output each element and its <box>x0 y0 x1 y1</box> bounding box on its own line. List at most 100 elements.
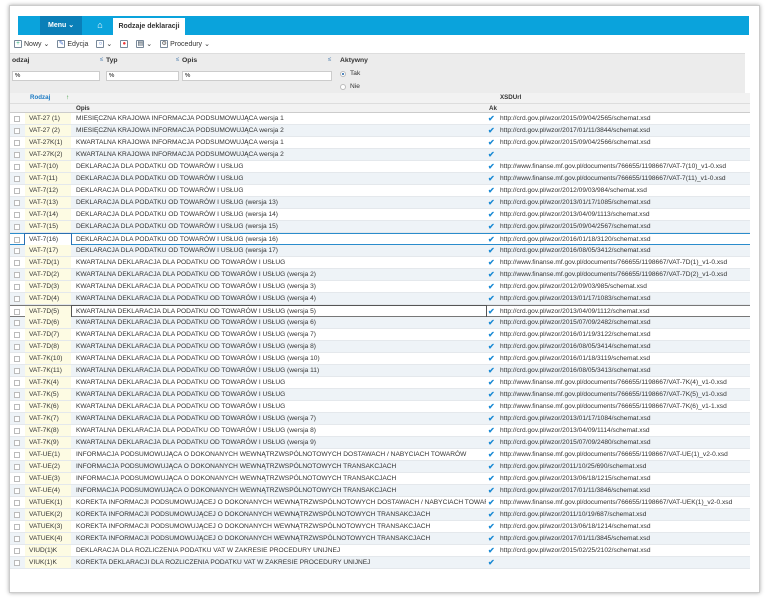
cell-opis[interactable]: KWARTALNA DEKLARACJA DLA PODATKU OD TOWA… <box>71 305 487 318</box>
cell-xsdurl[interactable]: http://crd.gov.pl/wzor/2013/04/09/1114/s… <box>500 425 650 436</box>
cell-rodzaj[interactable]: VAT-7K(11) <box>25 365 71 376</box>
row-checkbox[interactable] <box>14 116 20 122</box>
table-row[interactable]: VAT-7D(8) KWARTALNA DEKLARACJA DLA PODAT… <box>10 341 750 353</box>
cell-opis[interactable]: KOREKTA INFORMACJI PODSUMOWUJĄCEJ O DOKO… <box>72 533 486 544</box>
cell-rodzaj[interactable]: VAT-7(13) <box>25 197 71 208</box>
cell-xsdurl[interactable]: http://crd.gov.pl/wzor/2016/01/18/3119/s… <box>500 353 650 364</box>
cell-rodzaj[interactable]: VAT-UE(3) <box>25 473 71 484</box>
row-checkbox[interactable] <box>14 212 20 218</box>
cell-xsdurl[interactable]: http://crd.gov.pl/wzor/2016/08/05/3413/s… <box>500 365 651 376</box>
cell-opis[interactable]: DEKLARACJA DLA PODATKU OD TOWARÓW I USŁU… <box>72 161 486 172</box>
cell-rodzaj[interactable]: VAT-7(10) <box>25 161 71 172</box>
cell-opis[interactable]: KWARTALNA DEKLARACJA DLA PODATKU OD TOWA… <box>72 377 486 388</box>
cell-xsdurl[interactable]: http://crd.gov.pl/wzor/2017/01/11/3845/s… <box>500 533 650 544</box>
row-checkbox[interactable] <box>14 176 20 182</box>
table-row[interactable]: VAT-7(16) DEKLARACJA DLA PODATKU OD TOWA… <box>10 233 750 246</box>
row-checkbox[interactable] <box>14 524 20 530</box>
table-row[interactable]: VAT-7D(5) KWARTALNA DEKLARACJA DLA PODAT… <box>10 305 750 318</box>
cell-xsdurl[interactable]: http://crd.gov.pl/wzor/2016/01/19/3122/s… <box>500 329 651 340</box>
column-header-aktywny[interactable]: Ak <box>489 104 497 113</box>
table-row[interactable]: VAT-7K(8) KWARTALNA DEKLARACJA DLA PODAT… <box>10 425 750 437</box>
cell-opis[interactable]: KOREKTA INFORMACJI PODSUMOWUJĄCEJ O DOKO… <box>72 497 486 508</box>
row-checkbox[interactable] <box>14 248 20 254</box>
cell-opis[interactable]: DEKLARACJA DLA PODATKU OD TOWARÓW I USŁU… <box>72 209 486 220</box>
cell-opis[interactable]: DEKLARACJA DLA PODATKU OD TOWARÓW I USŁU… <box>72 234 486 245</box>
cell-rodzaj[interactable]: VAT-7K(9) <box>25 437 71 448</box>
cell-xsdurl[interactable]: http://crd.gov.pl/wzor/2015/07/09/2480/s… <box>500 437 651 448</box>
home-icon[interactable]: ⌂ <box>88 16 112 35</box>
table-row[interactable]: VIUK(1)K KOREKTA DEKLARACJI DLA ROZLICZE… <box>10 557 750 569</box>
cell-xsdurl[interactable]: http://crd.gov.pl/wzor/2015/02/25/2102/s… <box>500 545 651 556</box>
row-checkbox[interactable] <box>14 416 20 422</box>
row-checkbox[interactable] <box>14 488 20 494</box>
cell-xsdurl[interactable]: http://crd.gov.pl/wzor/2017/01/11/3844/s… <box>500 125 650 136</box>
cell-rodzaj[interactable]: VAT-7D(5) <box>25 306 71 317</box>
cell-rodzaj[interactable]: VATUEK(3) <box>25 521 71 532</box>
cell-xsdurl[interactable]: http://www.finanse.mf.gov.pl/documents/7… <box>500 497 732 508</box>
table-row[interactable]: VAT-UE(3) INFORMACJA PODSUMOWUJĄCA O DOK… <box>10 473 750 485</box>
table-row[interactable]: VAT-7(14) DEKLARACJA DLA PODATKU OD TOWA… <box>10 209 750 221</box>
cell-opis[interactable]: KOREKTA INFORMACJI PODSUMOWUJĄCEJ O DOKO… <box>72 509 486 520</box>
table-row[interactable]: VAT-27K(1) KWARTALNA KRAJOWA INFORMACJA … <box>10 137 750 149</box>
cell-rodzaj[interactable]: VIUD(1)K <box>25 545 71 556</box>
cell-rodzaj[interactable]: VATUEK(1) <box>25 497 71 508</box>
row-checkbox[interactable] <box>14 260 20 266</box>
radio-tak[interactable]: Tak <box>340 70 360 77</box>
cell-rodzaj[interactable]: VAT-7D(8) <box>25 341 71 352</box>
filter-sort-icon[interactable]: ≤ <box>100 57 103 63</box>
row-checkbox[interactable] <box>14 476 20 482</box>
cell-rodzaj[interactable]: VAT-UE(1) <box>25 449 71 460</box>
row-checkbox[interactable] <box>14 284 20 290</box>
cell-xsdurl[interactable]: http://crd.gov.pl/wzor/2013/01/17/1084/s… <box>500 413 651 424</box>
cell-opis[interactable]: KWARTALNA DEKLARACJA DLA PODATKU OD TOWA… <box>72 413 486 424</box>
filter-sort-icon[interactable]: ≤ <box>176 57 179 63</box>
cell-rodzaj[interactable]: VAT-27 (2) <box>25 125 71 136</box>
cell-rodzaj[interactable]: VAT-7D(2) <box>25 269 71 280</box>
row-checkbox[interactable] <box>14 128 20 134</box>
table-row[interactable]: VAT-7D(1) KWARTALNA DEKLARACJA DLA PODAT… <box>10 257 750 269</box>
cell-xsdurl[interactable]: http://crd.gov.pl/wzor/2013/06/18/1214/s… <box>500 521 651 532</box>
table-row[interactable]: VAT-27 (2) MIESIĘCZNA KRAJOWA INFORMACJA… <box>10 125 750 137</box>
cell-opis[interactable]: KWARTALNA KRAJOWA INFORMACJA PODSUMOWUJĄ… <box>72 137 486 148</box>
cell-rodzaj[interactable]: VAT-7D(6) <box>25 317 71 328</box>
cell-xsdurl[interactable]: http://crd.gov.pl/wzor/2016/01/18/3120/s… <box>500 234 651 245</box>
table-row[interactable]: VAT-7(15) DEKLARACJA DLA PODATKU OD TOWA… <box>10 221 750 233</box>
cell-opis[interactable]: MIESIĘCZNA KRAJOWA INFORMACJA PODSUMOWUJ… <box>72 125 486 136</box>
cell-xsdurl[interactable]: http://crd.gov.pl/wzor/2013/04/09/1113/s… <box>500 209 650 220</box>
filter-rodzaj-input[interactable] <box>12 71 100 81</box>
row-checkbox[interactable] <box>14 152 20 158</box>
row-checkbox[interactable] <box>14 237 20 243</box>
table-row[interactable]: VAT-7(17) DEKLARACJA DLA PODATKU OD TOWA… <box>10 245 750 257</box>
cell-opis[interactable]: KWARTALNA DEKLARACJA DLA PODATKU OD TOWA… <box>72 281 486 292</box>
row-checkbox[interactable] <box>14 560 20 566</box>
cell-rodzaj[interactable]: VAT-UE(4) <box>25 485 71 496</box>
table-row[interactable]: VAT-7K(11) KWARTALNA DEKLARACJA DLA PODA… <box>10 365 750 377</box>
edit-button[interactable]: ✎ Edycja <box>57 40 88 48</box>
cell-rodzaj[interactable]: VAT-7(15) <box>25 221 71 232</box>
row-checkbox[interactable] <box>14 164 20 170</box>
cell-xsdurl[interactable]: http://crd.gov.pl/wzor/2012/09/03/985/sc… <box>500 281 647 292</box>
cell-opis[interactable]: KWARTALNA DEKLARACJA DLA PODATKU OD TOWA… <box>72 269 486 280</box>
cell-xsdurl[interactable]: http://www.finanse.mf.gov.pl/documents/7… <box>500 161 726 172</box>
table-row[interactable]: VAT-27 (1) MIESIĘCZNA KRAJOWA INFORMACJA… <box>10 113 750 125</box>
cell-opis[interactable]: KWARTALNA DEKLARACJA DLA PODATKU OD TOWA… <box>72 353 486 364</box>
table-row[interactable]: VAT-7K(6) KWARTALNA DEKLARACJA DLA PODAT… <box>10 401 750 413</box>
table-row[interactable]: VAT-7D(7) KWARTALNA DEKLARACJA DLA PODAT… <box>10 329 750 341</box>
cell-rodzaj[interactable]: VAT-27K(1) <box>25 137 71 148</box>
table-row[interactable]: VAT-7D(4) KWARTALNA DEKLARACJA DLA PODAT… <box>10 293 750 305</box>
cell-opis[interactable]: DEKLARACJA DLA PODATKU OD TOWARÓW I USŁU… <box>72 197 486 208</box>
row-checkbox[interactable] <box>14 548 20 554</box>
row-checkbox[interactable] <box>14 272 20 278</box>
filter-sort-icon[interactable]: ≤ <box>328 57 331 63</box>
cell-opis[interactable]: KWARTALNA DEKLARACJA DLA PODATKU OD TOWA… <box>72 257 486 268</box>
cell-opis[interactable]: MIESIĘCZNA KRAJOWA INFORMACJA PODSUMOWUJ… <box>72 113 486 124</box>
table-row[interactable]: VAT-7D(2) KWARTALNA DEKLARACJA DLA PODAT… <box>10 269 750 281</box>
cell-opis[interactable]: KWARTALNA DEKLARACJA DLA PODATKU OD TOWA… <box>72 389 486 400</box>
row-checkbox[interactable] <box>14 380 20 386</box>
cell-opis[interactable]: INFORMACJA PODSUMOWUJĄCA O DOKONANYCH WE… <box>72 461 486 472</box>
row-checkbox[interactable] <box>14 440 20 446</box>
cell-opis[interactable]: KOREKTA DEKLARACJI DLA ROZLICZENIA PODAT… <box>72 557 486 568</box>
cell-xsdurl[interactable]: http://crd.gov.pl/wzor/2013/06/18/1215/s… <box>500 473 651 484</box>
cell-xsdurl[interactable]: http://www.finanse.mf.gov.pl/documents/7… <box>500 269 727 280</box>
table-row[interactable]: VAT-7D(6) KWARTALNA DEKLARACJA DLA PODAT… <box>10 317 750 329</box>
